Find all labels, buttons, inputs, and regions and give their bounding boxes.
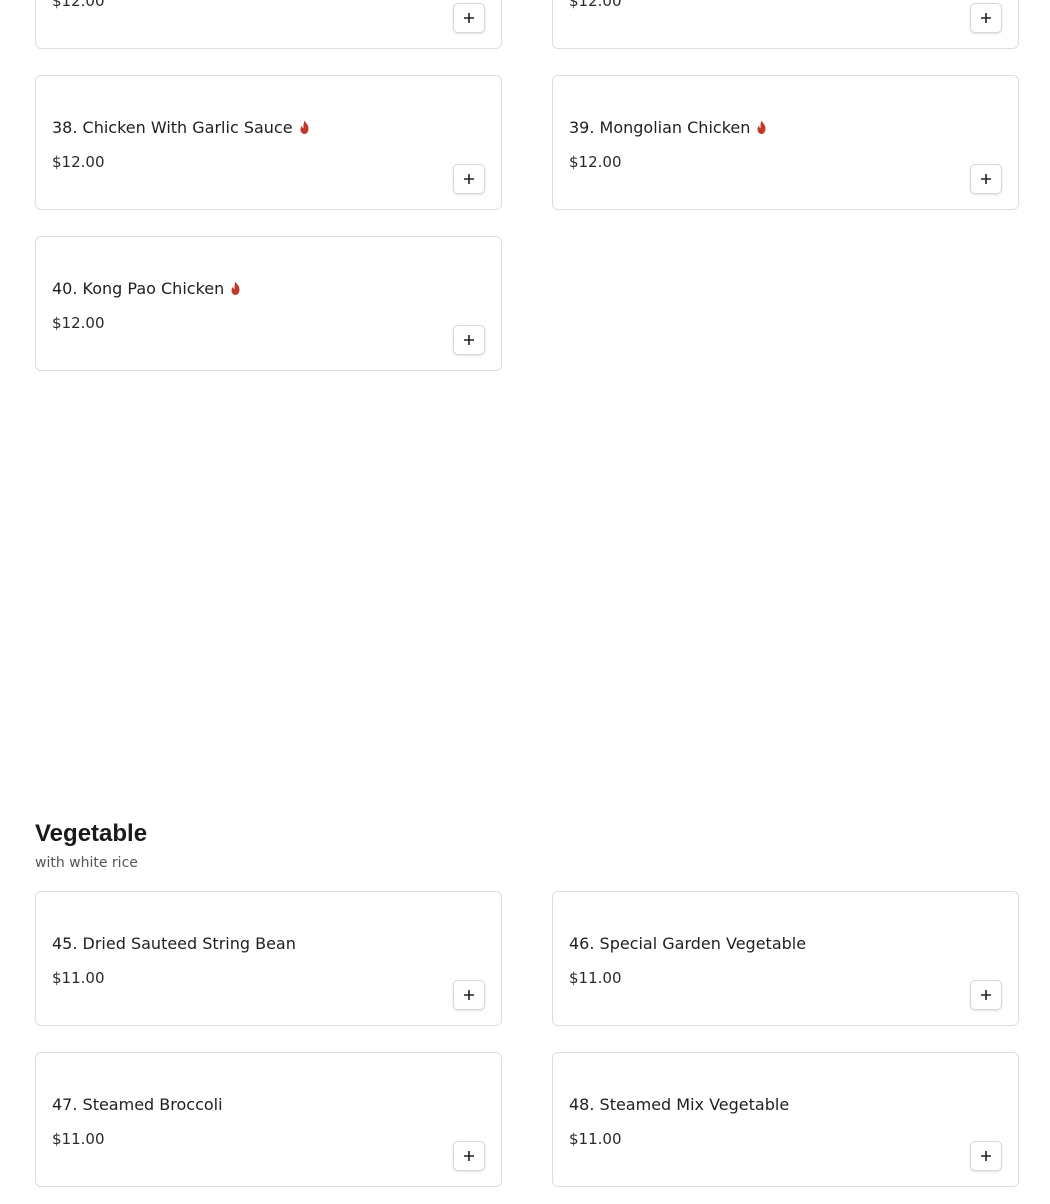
section-title: Vegetable xyxy=(35,820,148,847)
item-name: 47. Steamed Broccoli xyxy=(52,1095,223,1114)
item-price: $12.00 xyxy=(52,0,105,10)
menu-item-card[interactable]: 38. Chicken With Garlic Sauce $12.00 xyxy=(35,75,502,210)
plus-icon xyxy=(464,13,474,23)
menu-item-card[interactable]: $12.00 xyxy=(35,0,502,49)
menu-item-card[interactable]: 45. Dried Sauteed String Bean $11.00 xyxy=(35,891,502,1026)
item-name: 48. Steamed Mix Vegetable xyxy=(569,1095,790,1114)
item-price: $11.00 xyxy=(569,969,622,987)
item-price: $12.00 xyxy=(569,0,622,10)
item-name-row: 40. Kong Pao Chicken xyxy=(52,279,242,298)
item-price: $11.00 xyxy=(52,1130,105,1148)
add-to-cart-button[interactable] xyxy=(970,164,1002,194)
add-to-cart-button[interactable] xyxy=(453,164,485,194)
item-name: 40. Kong Pao Chicken xyxy=(52,279,225,298)
menu-item-card[interactable]: $12.00 xyxy=(552,0,1019,49)
item-name-row: 46. Special Garden Vegetable xyxy=(569,934,806,953)
item-name-row: 38. Chicken With Garlic Sauce xyxy=(52,118,311,137)
plus-icon xyxy=(464,990,474,1000)
plus-icon xyxy=(981,13,991,23)
menu-item-card[interactable]: 40. Kong Pao Chicken $12.00 xyxy=(35,236,502,371)
item-price: $11.00 xyxy=(569,1130,622,1148)
plus-icon xyxy=(464,335,474,345)
menu-item-card[interactable]: 48. Steamed Mix Vegetable $11.00 xyxy=(552,1052,1019,1187)
plus-icon xyxy=(981,1151,991,1161)
item-name: 45. Dried Sauteed String Bean xyxy=(52,934,296,953)
item-name-row: 39. Mongolian Chicken xyxy=(569,118,768,137)
item-name-row: 47. Steamed Broccoli xyxy=(52,1095,223,1114)
plus-icon xyxy=(464,1151,474,1161)
menu-item-card[interactable]: 46. Special Garden Vegetable $11.00 xyxy=(552,891,1019,1026)
item-price: $11.00 xyxy=(52,969,105,987)
add-to-cart-button[interactable] xyxy=(453,3,485,33)
plus-icon xyxy=(981,174,991,184)
spicy-icon xyxy=(231,281,240,295)
add-to-cart-button[interactable] xyxy=(453,325,485,355)
add-to-cart-button[interactable] xyxy=(453,980,485,1010)
add-to-cart-button[interactable] xyxy=(970,1141,1002,1171)
plus-icon xyxy=(464,174,474,184)
plus-icon xyxy=(981,990,991,1000)
item-price: $12.00 xyxy=(52,153,105,171)
menu-item-card[interactable]: 47. Steamed Broccoli $11.00 xyxy=(35,1052,502,1187)
spicy-icon xyxy=(300,120,309,134)
section-subtitle: with white rice xyxy=(35,855,138,871)
add-to-cart-button[interactable] xyxy=(453,1141,485,1171)
item-price: $12.00 xyxy=(569,153,622,171)
item-name: 46. Special Garden Vegetable xyxy=(569,934,807,953)
item-price: $12.00 xyxy=(52,314,105,332)
item-name-row: 48. Steamed Mix Vegetable xyxy=(569,1095,789,1114)
add-to-cart-button[interactable] xyxy=(970,3,1002,33)
add-to-cart-button[interactable] xyxy=(970,980,1002,1010)
item-name: 38. Chicken With Garlic Sauce xyxy=(52,118,293,137)
menu-item-card[interactable]: 39. Mongolian Chicken $12.00 xyxy=(552,75,1019,210)
item-name-row: 45. Dried Sauteed String Bean xyxy=(52,934,296,953)
item-name: 39. Mongolian Chicken xyxy=(569,118,751,137)
spicy-icon xyxy=(757,120,766,134)
